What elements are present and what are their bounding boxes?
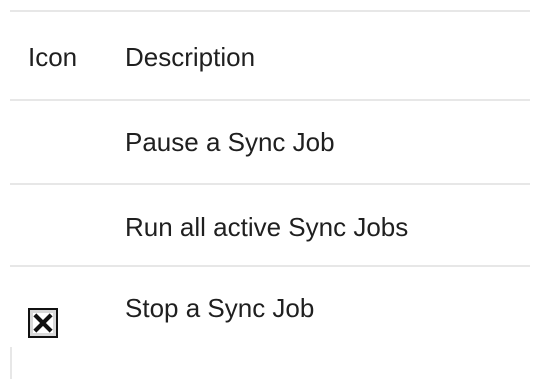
- stop-x-icon: [28, 308, 58, 338]
- table-border: [10, 10, 530, 12]
- table-divider: [10, 265, 530, 267]
- column-header-description: Description: [125, 42, 256, 72]
- sync-job-icon-table: Icon Description Pause a Sync Job Run al…: [10, 10, 530, 379]
- row-description: Stop a Sync Job: [125, 293, 315, 323]
- row-description: Pause a Sync Job: [125, 127, 335, 157]
- row-description: Run all active Sync Jobs: [125, 212, 409, 242]
- table-border: [10, 347, 12, 379]
- table-divider: [10, 99, 530, 101]
- column-header-icon: Icon: [28, 42, 78, 72]
- table-divider: [10, 183, 530, 185]
